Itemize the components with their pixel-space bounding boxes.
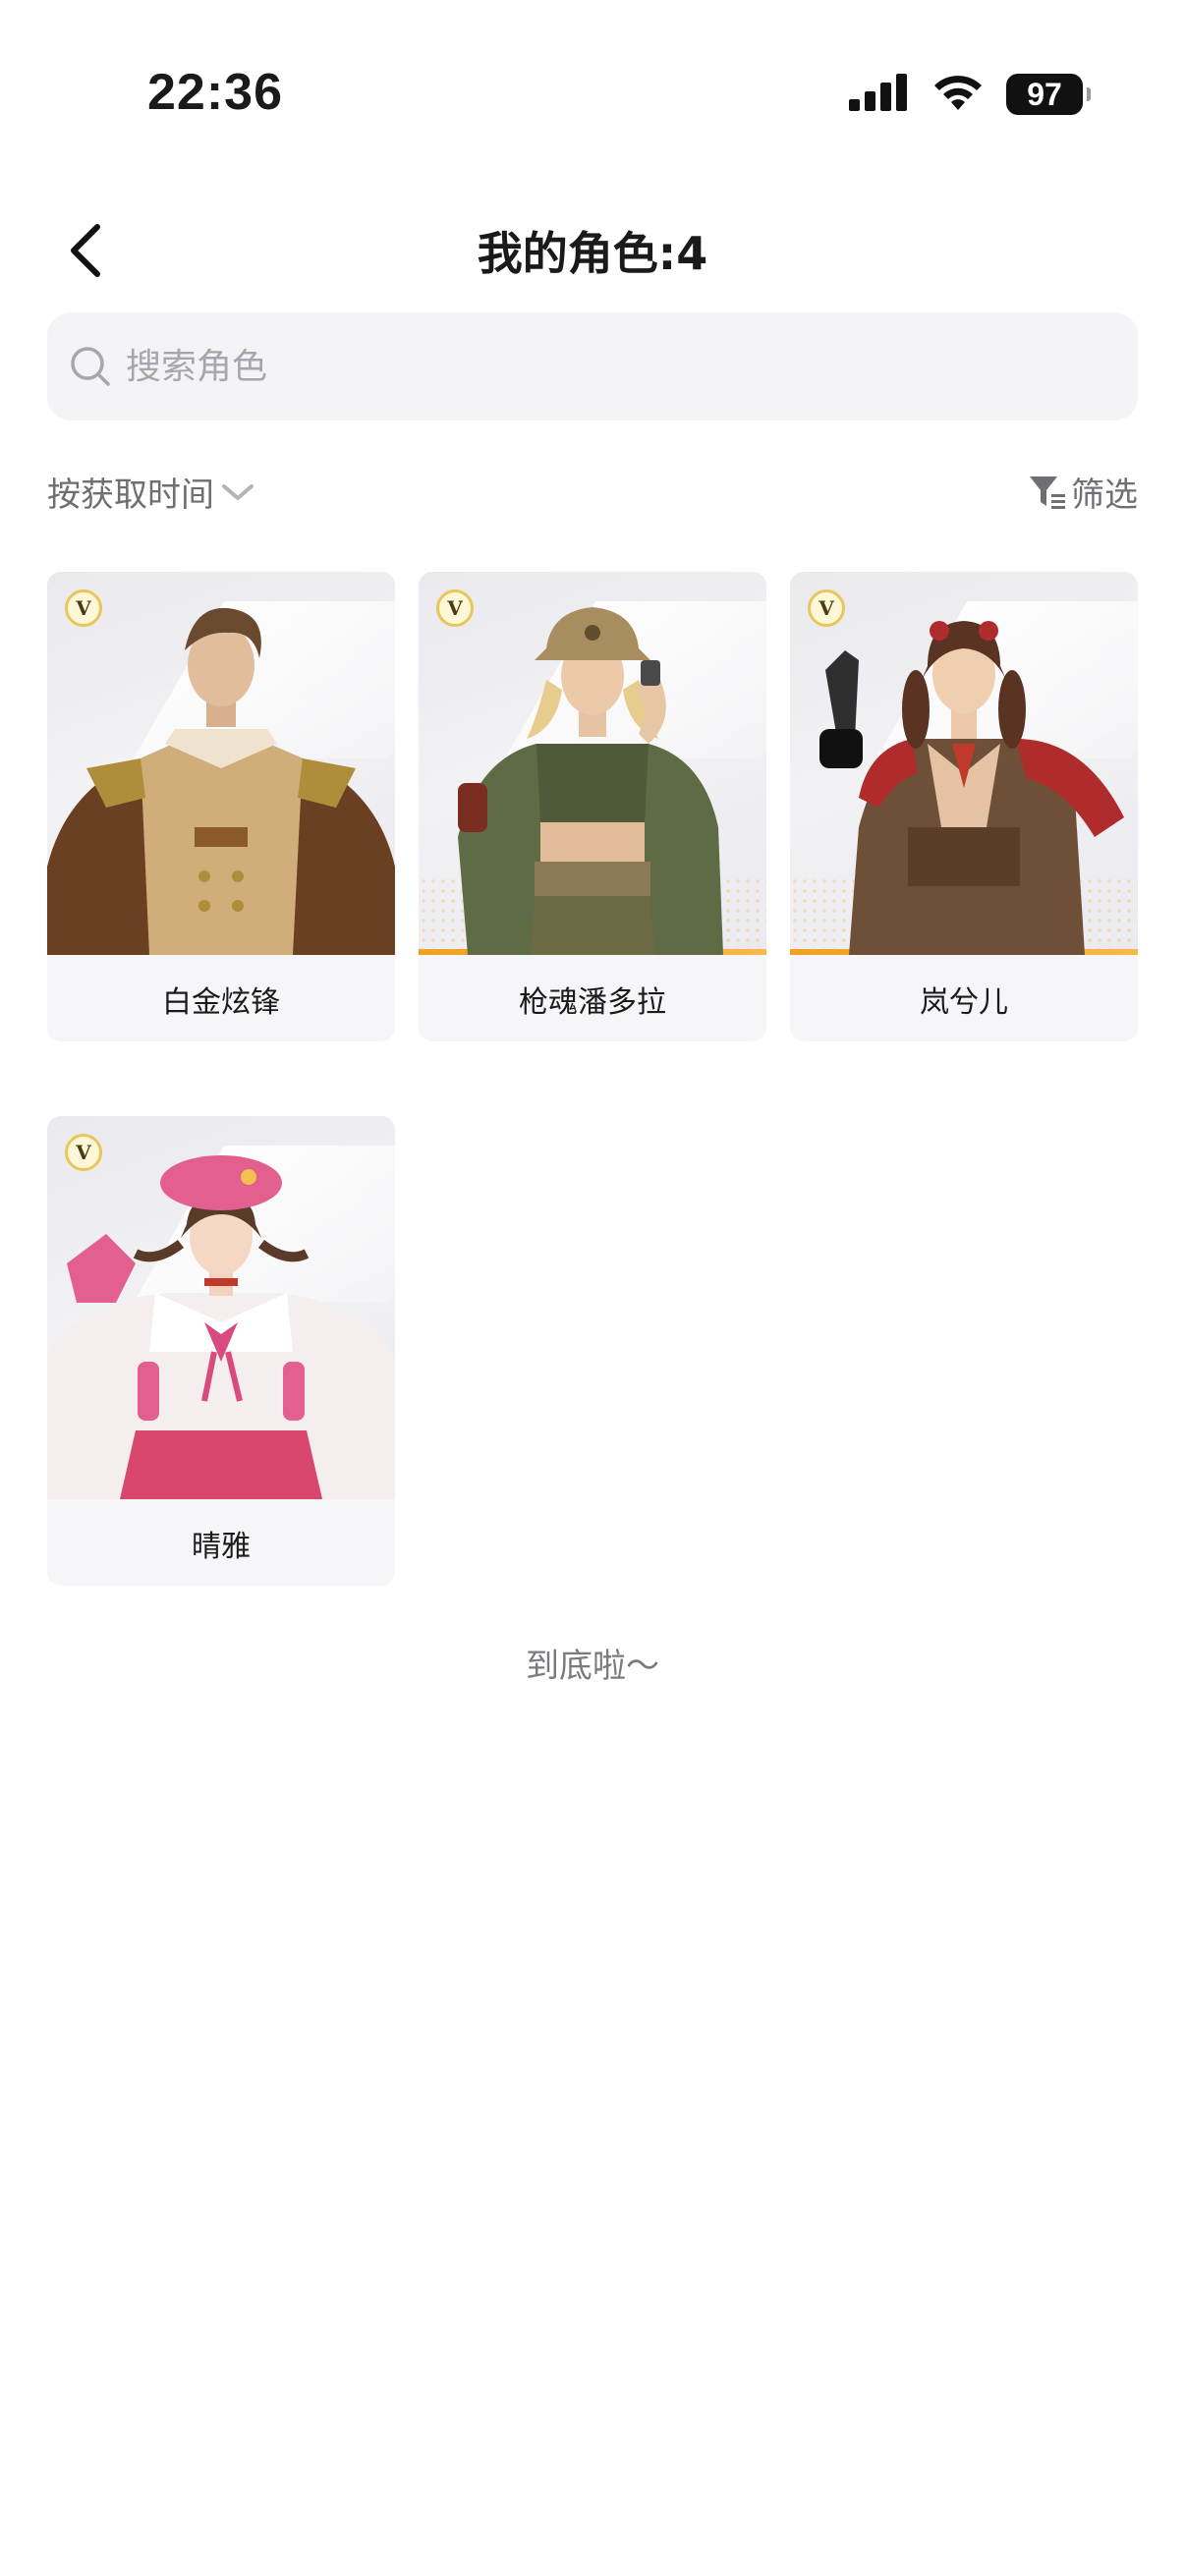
character-portrait: V (790, 572, 1138, 955)
status-time: 22:36 (147, 64, 283, 121)
v-badge-icon: V (808, 589, 845, 627)
v-badge-icon: V (436, 589, 474, 627)
character-figure (819, 621, 1124, 955)
character-figure (47, 607, 395, 955)
battery-indicator: 97 (1006, 74, 1091, 115)
end-of-list-text: 到底啦～ (526, 1647, 659, 1686)
search-input[interactable] (124, 345, 1012, 388)
wifi-icon (931, 73, 985, 116)
character-figure (458, 607, 723, 955)
sort-label: 按获取时间 (47, 476, 214, 515)
sort-dropdown[interactable]: 按获取时间 (47, 468, 255, 516)
character-portrait: V (47, 1116, 395, 1499)
search-bar[interactable] (47, 312, 1138, 420)
character-figure (47, 1155, 395, 1499)
status-bar: 22:36 97 (0, 0, 1185, 187)
sort-filter-row: 按获取时间 筛选 (47, 468, 1138, 527)
character-portrait: V (47, 572, 395, 955)
character-name: 白金炫锋 (162, 985, 280, 1020)
character-card-3[interactable]: V 岚兮儿 (790, 572, 1138, 1041)
character-card-4[interactable]: V 晴雅 (47, 1116, 395, 1586)
nav-bar: 我的角色:4 (0, 196, 1185, 305)
battery-level: 97 (1027, 76, 1062, 112)
filter-button[interactable]: 筛选 (1028, 468, 1138, 516)
character-portrait: V (419, 572, 766, 955)
filter-icon (1030, 476, 1065, 509)
status-icons: 97 (849, 73, 1091, 116)
character-name: 枪魂潘多拉 (519, 985, 666, 1020)
character-card-1[interactable]: V 白金炫锋 (47, 572, 395, 1041)
chevron-down-icon (222, 483, 254, 500)
page-title: 我的角色:4 (477, 227, 708, 280)
search-icon (71, 347, 110, 386)
filter-label: 筛选 (1071, 476, 1138, 515)
v-badge-icon: V (65, 589, 102, 627)
character-name: 岚兮儿 (920, 985, 1008, 1020)
character-card-2[interactable]: V 枪魂潘多拉 (419, 572, 766, 1041)
character-name: 晴雅 (192, 1530, 251, 1564)
v-badge-icon: V (65, 1134, 102, 1171)
cellular-signal-icon (849, 74, 910, 115)
